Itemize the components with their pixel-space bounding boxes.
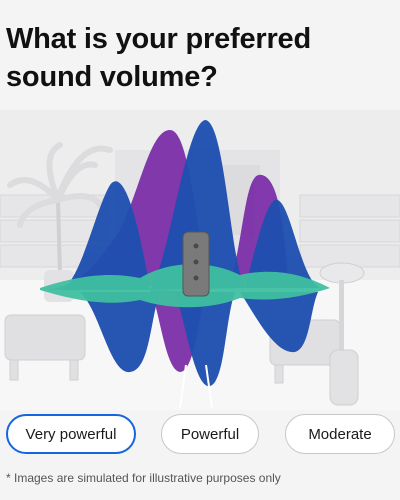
question-line-1: What is your preferred [6, 23, 311, 55]
fence-right [299, 194, 400, 268]
option-very-powerful[interactable]: Very powerful [6, 414, 136, 454]
speaker-device [182, 231, 210, 297]
option-moderate[interactable]: Moderate [285, 414, 395, 454]
question-title: What is your preferred sound volume? [6, 20, 386, 96]
volume-options: Very powerful Powerful Moderate [0, 414, 400, 456]
speaker-illustration [0, 110, 400, 410]
disclaimer-text: * Images are simulated for illustrative … [6, 471, 281, 485]
option-powerful[interactable]: Powerful [161, 414, 259, 454]
question-line-2: sound volume? [6, 61, 218, 93]
